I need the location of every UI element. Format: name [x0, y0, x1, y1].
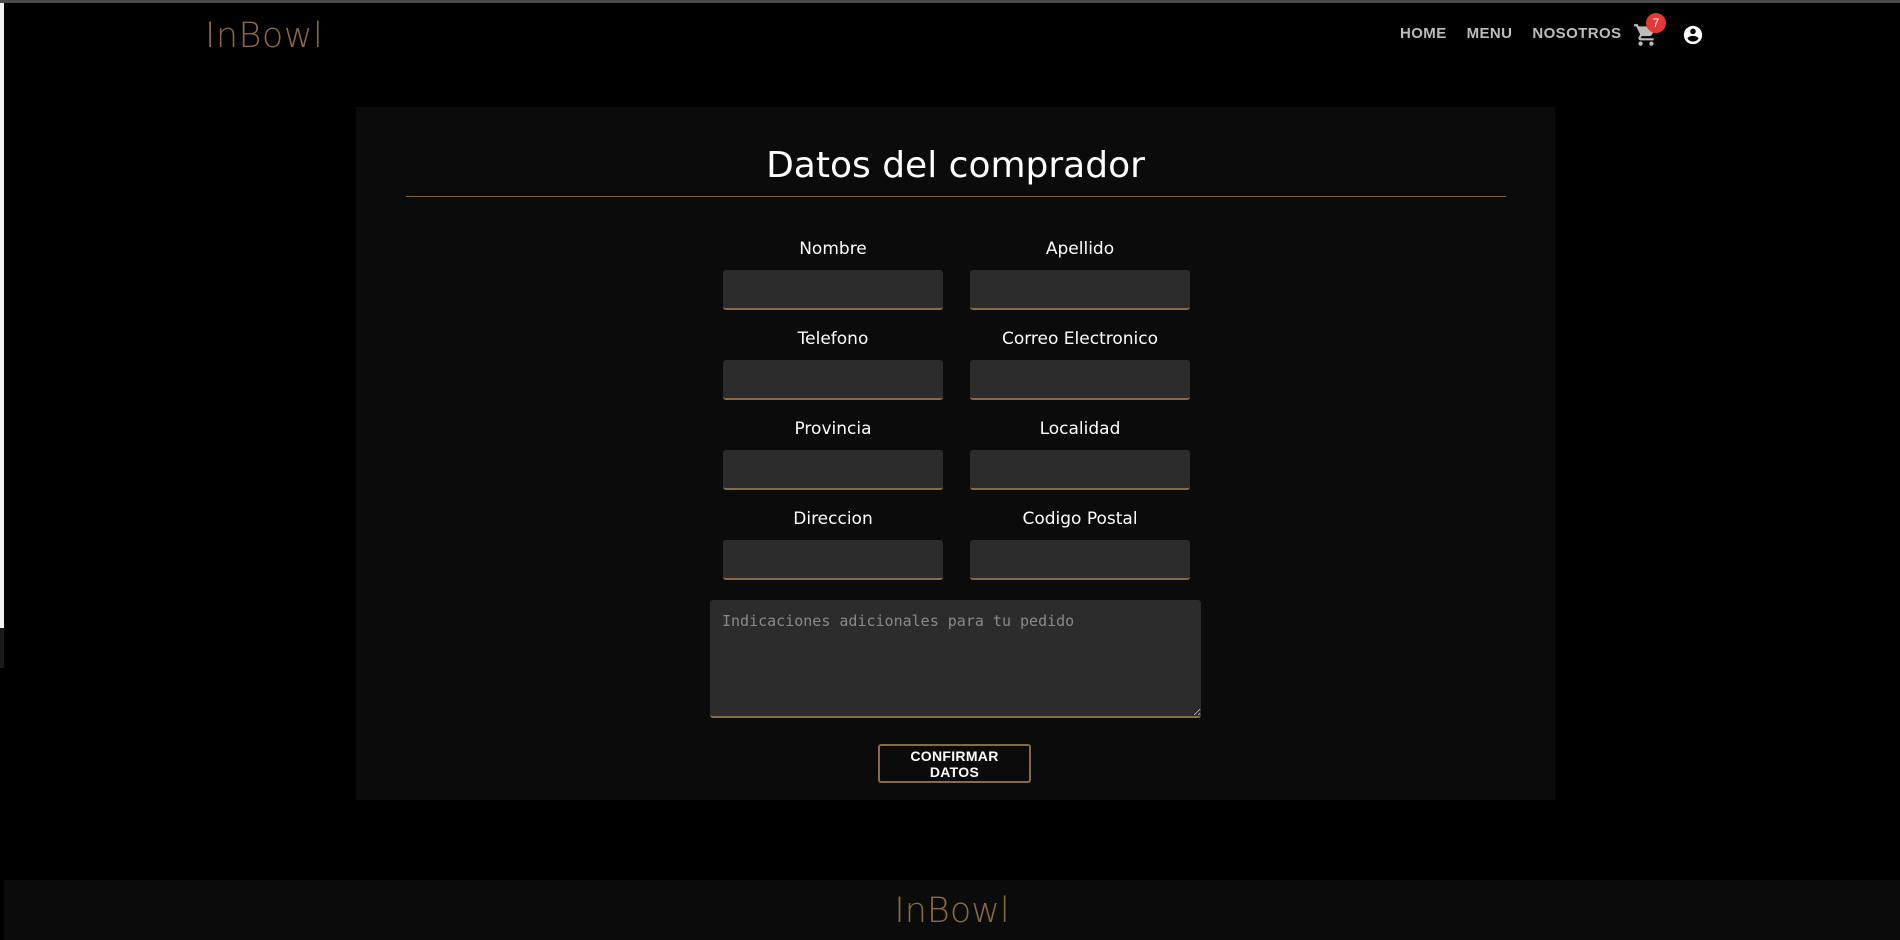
nombre-input[interactable]: [723, 270, 943, 310]
navbar: InBowl HOME MENU NOSOTROS: [0, 3, 1900, 67]
provincia-label: Provincia: [794, 419, 872, 439]
nav-links: HOME MENU NOSOTROS: [1400, 25, 1641, 42]
brand-logo[interactable]: InBowl: [205, 16, 323, 56]
correo-input[interactable]: [970, 360, 1190, 400]
footer: InBowl: [4, 880, 1900, 940]
field-apellido: Apellido: [970, 238, 1190, 310]
field-localidad: Localidad: [970, 418, 1190, 490]
provincia-input[interactable]: [723, 450, 943, 490]
direccion-label: Direccion: [793, 509, 873, 529]
codigo-postal-input[interactable]: [970, 540, 1190, 580]
direccion-input[interactable]: [723, 540, 943, 580]
left-edge-strip: [0, 3, 4, 628]
confirm-data-button[interactable]: CONFIRMAR DATOS: [878, 744, 1031, 783]
localidad-input[interactable]: [970, 450, 1190, 490]
field-direccion: Direccion: [723, 508, 943, 580]
apellido-input[interactable]: [970, 270, 1190, 310]
nombre-label: Nombre: [799, 239, 867, 259]
apellido-label: Apellido: [1045, 239, 1115, 259]
localidad-label: Localidad: [1039, 419, 1121, 439]
field-telefono: Telefono: [723, 328, 943, 400]
telefono-label: Telefono: [797, 329, 869, 349]
cart-count-badge: 7: [1646, 13, 1666, 33]
correo-label: Correo Electronico: [1001, 329, 1159, 349]
account-circle-icon[interactable]: [1682, 24, 1704, 46]
left-edge-strip-dark: [0, 628, 4, 668]
nav-link-menu[interactable]: MENU: [1467, 25, 1513, 42]
footer-brand-logo: InBowl: [894, 891, 1010, 931]
telefono-input[interactable]: [723, 360, 943, 400]
codigo-postal-label: Codigo Postal: [1022, 509, 1138, 529]
field-nombre: Nombre: [723, 238, 943, 310]
nav-link-home[interactable]: HOME: [1400, 25, 1447, 42]
page-title: Datos del comprador: [766, 145, 1145, 186]
title-divider: [406, 196, 1506, 197]
field-correo: Correo Electronico: [970, 328, 1190, 400]
buyer-data-card: Datos del comprador Nombre Apellido Tele…: [356, 107, 1555, 800]
field-codigo-postal: Codigo Postal: [970, 508, 1190, 580]
field-provincia: Provincia: [723, 418, 943, 490]
notes-textarea[interactable]: [710, 600, 1201, 718]
nav-link-nosotros[interactable]: NOSOTROS: [1532, 25, 1621, 42]
